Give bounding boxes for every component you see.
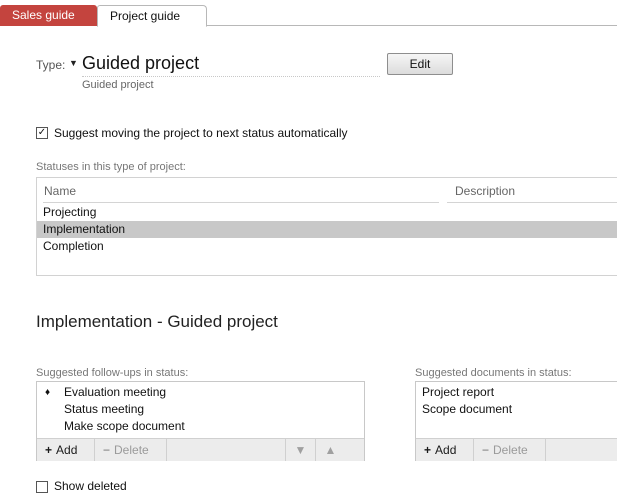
followups-add-button[interactable]: + Add xyxy=(37,439,95,461)
followups-label: Suggested follow-ups in status: xyxy=(36,367,189,379)
documents-add-button[interactable]: + Add xyxy=(416,439,474,461)
move-up-icon[interactable]: ▲ xyxy=(315,439,345,461)
type-subtitle: Guided project xyxy=(82,79,154,91)
auto-status-checkbox[interactable]: ✓ xyxy=(36,127,48,139)
status-row[interactable]: Completion xyxy=(37,238,617,255)
auto-status-label: Suggest moving the project to next statu… xyxy=(54,126,348,140)
followup-label: Status meeting xyxy=(64,402,145,416)
documents-list: Project report Scope document + Add − Dele… xyxy=(415,381,617,461)
list-item[interactable]: Project report xyxy=(422,384,612,401)
status-detail-title: Implementation - Guided project xyxy=(36,312,278,331)
delete-label: Delete xyxy=(114,443,149,457)
plus-icon: + xyxy=(424,443,432,457)
minus-icon: − xyxy=(482,443,490,457)
add-label: Add xyxy=(56,443,78,457)
type-underline xyxy=(82,76,380,77)
minus-icon: − xyxy=(103,443,111,457)
followups-toolbar: + Add − Delete ▼ ▲ xyxy=(37,438,364,461)
documents-label: Suggested documents in status: xyxy=(415,367,572,379)
list-item[interactable]: Make scope document xyxy=(37,418,364,435)
edit-button[interactable]: Edit xyxy=(387,53,453,75)
followup-label: Make scope document xyxy=(64,419,185,433)
documents-delete-button[interactable]: − Delete xyxy=(474,439,546,461)
list-item[interactable]: ♦ Evaluation meeting xyxy=(37,384,364,401)
status-row[interactable]: Projecting xyxy=(37,204,617,221)
type-value[interactable]: Guided project xyxy=(82,53,199,74)
statuses-label: Statuses in this type of project: xyxy=(36,161,186,173)
plus-icon: + xyxy=(45,443,53,457)
delete-label: Delete xyxy=(493,443,528,457)
show-deleted-checkbox[interactable] xyxy=(36,481,48,493)
type-dropdown-caret-icon[interactable]: ▼ xyxy=(69,58,78,68)
column-header-name[interactable]: Name xyxy=(44,184,76,198)
tab-sales-guide[interactable]: Sales guide xyxy=(0,5,97,26)
move-down-icon[interactable]: ▼ xyxy=(285,439,315,461)
show-deleted-label: Show deleted xyxy=(54,479,127,493)
column-header-description-line xyxy=(447,202,617,203)
status-row-selected[interactable]: Implementation xyxy=(37,221,617,238)
documents-toolbar: + Add − Delete xyxy=(416,438,617,461)
followups-delete-button[interactable]: − Delete xyxy=(95,439,167,461)
column-header-name-line xyxy=(43,202,439,203)
column-header-description[interactable]: Description xyxy=(455,184,515,198)
active-marker-icon: ♦ xyxy=(45,387,51,398)
list-item[interactable]: Scope document xyxy=(422,401,612,418)
statuses-grid: Name Description Projecting Implementati… xyxy=(36,177,617,276)
followups-list: ♦ Evaluation meeting Status meeting Make… xyxy=(36,381,365,461)
list-item[interactable]: Status meeting xyxy=(37,401,364,418)
followup-label: Evaluation meeting xyxy=(64,385,167,399)
add-label: Add xyxy=(435,443,457,457)
tab-project-guide[interactable]: Project guide xyxy=(97,5,207,27)
type-label: Type: xyxy=(36,58,66,72)
